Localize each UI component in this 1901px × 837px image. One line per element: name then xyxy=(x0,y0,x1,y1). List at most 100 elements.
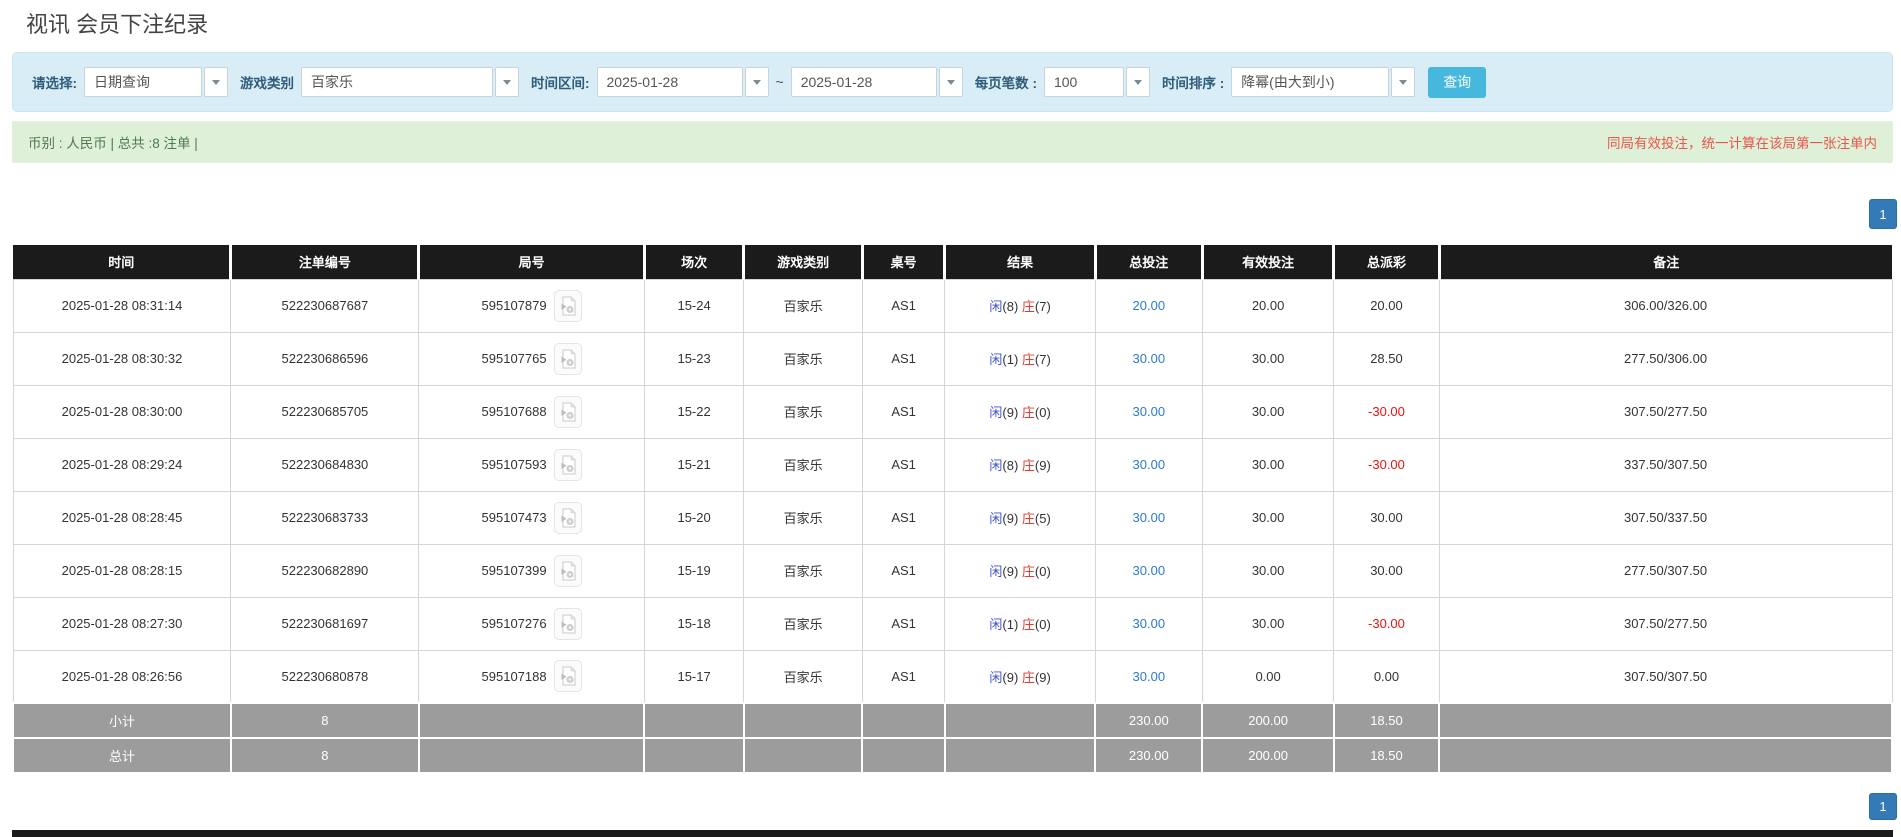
result-player-score: (8) xyxy=(1002,299,1019,314)
cell-result: 闲(9) 庄(5) xyxy=(944,490,1096,545)
result-player-label: 闲 xyxy=(989,511,1003,526)
cell-valid-bet: 30.00 xyxy=(1201,543,1335,598)
cell-table-no: AS1 xyxy=(861,384,946,439)
cell-game-type: 百家乐 xyxy=(743,331,863,386)
result-banker-label: 庄 xyxy=(1021,511,1035,526)
cell-result: 闲(8) 庄(9) xyxy=(944,437,1096,492)
cell-time: 2025-01-28 08:31:14 xyxy=(12,278,232,333)
summary-empty-cell xyxy=(861,702,946,739)
round-number: 595107188 xyxy=(481,668,547,684)
chevron-down-icon[interactable] xyxy=(1391,67,1416,97)
caret-icon xyxy=(946,79,955,85)
total-bet-link[interactable]: 30.00 xyxy=(1133,510,1166,525)
result-player-label: 闲 xyxy=(989,299,1003,314)
total-bet-link[interactable]: 30.00 xyxy=(1133,457,1166,472)
cell-result: 闲(8) 庄(7) xyxy=(944,278,1096,333)
chevron-down-icon[interactable] xyxy=(495,67,519,97)
cell-valid-bet: 30.00 xyxy=(1201,331,1335,386)
total-bet-link[interactable]: 30.00 xyxy=(1133,563,1166,578)
game-type-select[interactable]: 百家乐 xyxy=(301,67,519,97)
game-type-value[interactable]: 百家乐 xyxy=(301,67,493,97)
cell-session: 15-24 xyxy=(643,278,745,333)
cell-table-no: AS1 xyxy=(861,278,946,333)
result-player-label: 闲 xyxy=(989,458,1003,473)
filter-bar: 请选择: 日期查询 游戏类别 百家乐 时间区间: 2025-01-28 ~ 20… xyxy=(12,52,1893,112)
total-bet-link[interactable]: 30.00 xyxy=(1133,669,1166,684)
video-replay-button[interactable] xyxy=(553,289,582,322)
subtotal-valid-bet: 200.00 xyxy=(1201,702,1335,739)
cell-game-type: 百家乐 xyxy=(743,649,863,704)
total-label: 总计 xyxy=(12,737,232,774)
video-replay-button[interactable] xyxy=(553,607,582,640)
cell-result: 闲(1) 庄(0) xyxy=(944,596,1096,651)
result-banker-score: (5) xyxy=(1034,511,1051,526)
result-banker-label: 庄 xyxy=(1021,617,1035,632)
cell-payout: 20.00 xyxy=(1333,278,1440,333)
column-header-valid-bet: 有效投注 xyxy=(1202,245,1336,279)
total-bet-link[interactable]: 20.00 xyxy=(1133,298,1166,313)
date-range-label: 时间区间: xyxy=(531,76,590,91)
video-replay-icon xyxy=(561,613,576,633)
cell-game-type: 百家乐 xyxy=(743,384,863,439)
game-type-label: 游戏类别 xyxy=(240,76,294,91)
search-button[interactable]: 查询 xyxy=(1428,66,1487,98)
caret-icon xyxy=(503,79,511,85)
chevron-down-icon[interactable] xyxy=(744,67,769,97)
video-replay-icon xyxy=(561,454,576,474)
summary-empty-cell xyxy=(861,737,946,774)
video-replay-button[interactable] xyxy=(553,660,582,693)
cell-time: 2025-01-28 08:27:30 xyxy=(12,596,232,651)
video-replay-button[interactable] xyxy=(553,395,582,428)
page-size-value[interactable]: 100 xyxy=(1043,67,1124,97)
cell-remark: 277.50/307.50 xyxy=(1438,543,1893,598)
video-replay-button[interactable] xyxy=(553,554,582,587)
date-to-value[interactable]: 2025-01-28 xyxy=(790,67,937,97)
summary-empty-cell xyxy=(643,737,745,774)
subtotal-label: 小计 xyxy=(12,702,232,739)
summary-empty-cell xyxy=(943,737,1097,774)
subtotal-bet-count: 8 xyxy=(229,702,420,739)
sort-order-label: 时间排序 : xyxy=(1161,76,1225,91)
result-player-score: (9) xyxy=(1002,511,1019,526)
cell-game-type: 百家乐 xyxy=(743,490,863,545)
date-to-select[interactable]: 2025-01-28 xyxy=(790,67,963,97)
page-number-button[interactable]: 1 xyxy=(1869,199,1897,229)
video-replay-icon xyxy=(561,560,576,580)
chevron-down-icon[interactable] xyxy=(938,67,963,97)
total-bet-link[interactable]: 30.00 xyxy=(1133,404,1166,419)
query-type-value[interactable]: 日期查询 xyxy=(84,67,202,97)
video-replay-button[interactable] xyxy=(553,342,582,375)
chevron-down-icon[interactable] xyxy=(204,67,228,97)
result-banker-label: 庄 xyxy=(1021,405,1035,420)
video-replay-button[interactable] xyxy=(553,501,582,534)
cell-remark: 337.50/307.50 xyxy=(1438,437,1893,492)
column-header-bet-no: 注单编号 xyxy=(230,245,421,279)
page-number-button[interactable]: 1 xyxy=(1869,793,1897,820)
chevron-down-icon[interactable] xyxy=(1125,67,1150,97)
cell-time: 2025-01-28 08:28:15 xyxy=(12,543,232,598)
cell-table-no: AS1 xyxy=(861,543,946,598)
date-from-value[interactable]: 2025-01-28 xyxy=(596,67,743,97)
next-table-header-cutoff xyxy=(12,830,1893,837)
caret-icon xyxy=(1133,79,1142,85)
cell-round-no: 595107765 xyxy=(418,331,645,386)
round-number: 595107688 xyxy=(481,404,547,419)
table-row: 2025-01-28 08:27:30 522230681697 5951072… xyxy=(12,596,1893,651)
sort-order-select[interactable]: 降幂(由大到小) xyxy=(1231,67,1416,97)
date-from-select[interactable]: 2025-01-28 xyxy=(596,67,769,97)
subtotal-payout: 18.50 xyxy=(1332,702,1441,739)
cell-remark: 307.50/277.50 xyxy=(1438,596,1893,651)
column-header-remark: 备注 xyxy=(1439,245,1892,279)
page-size-select[interactable]: 100 xyxy=(1043,67,1150,97)
result-player-label: 闲 xyxy=(989,669,1003,685)
result-banker-label: 庄 xyxy=(1021,669,1035,685)
query-type-select[interactable]: 日期查询 xyxy=(84,67,228,97)
video-replay-icon xyxy=(561,401,576,421)
total-bet-link[interactable]: 30.00 xyxy=(1133,616,1166,631)
result-banker-label: 庄 xyxy=(1021,299,1035,314)
total-bet-link[interactable]: 30.00 xyxy=(1133,351,1166,366)
page-size-label: 每页笔数 : xyxy=(974,76,1037,91)
sort-order-value[interactable]: 降幂(由大到小) xyxy=(1231,67,1390,97)
cell-table-no: AS1 xyxy=(861,649,946,704)
video-replay-button[interactable] xyxy=(553,448,582,481)
